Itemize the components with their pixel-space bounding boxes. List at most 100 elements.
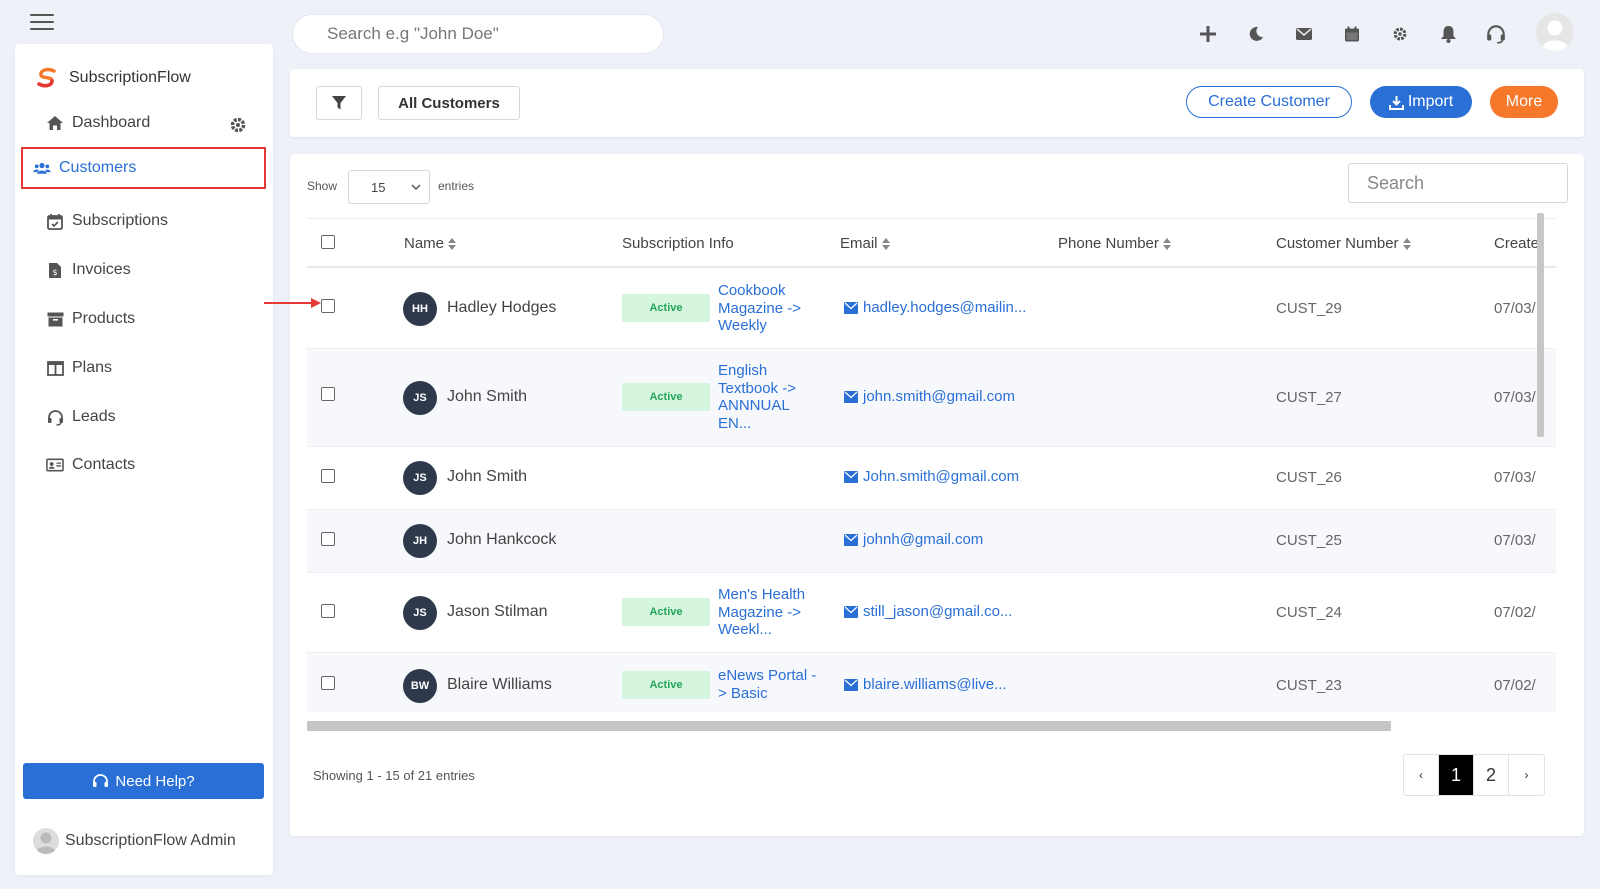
sidebar-item-subscriptions[interactable]: Subscriptions [32,200,267,242]
hamburger-menu-icon[interactable] [30,14,54,32]
headset-icon[interactable] [1484,22,1508,46]
customers-toolbar: All Customers Create Customer Import Mor… [290,69,1584,137]
bell-icon[interactable] [1436,22,1460,46]
table-row[interactable]: JS Jason Stilman Active Men's Health Mag… [307,573,1556,653]
create-customer-button[interactable]: Create Customer [1186,86,1352,118]
customer-number: CUST_24 [1276,604,1342,621]
customer-email-link[interactable]: hadley.hodges@mailin... [844,299,1026,316]
top-icon-bar [1196,14,1532,54]
dashboard-settings-gear-icon[interactable] [229,116,247,134]
sidebar-item-customers[interactable]: Customers [21,147,266,189]
sidebar-item-label: Products [72,310,136,327]
user-profile[interactable]: SubscriptionFlow Admin [33,828,236,854]
need-help-button[interactable]: Need Help? [23,763,264,799]
customer-email-link[interactable]: John.smith@gmail.com [844,468,1019,485]
pagination-page-1[interactable]: 1 [1439,755,1474,795]
subscription-plan-link[interactable]: eNews Portal -> Basic [718,667,818,702]
column-header-phone-number[interactable]: Phone Number [1058,235,1171,252]
status-badge: Active [622,671,710,699]
need-help-label: Need Help? [115,772,195,790]
sidebar-item-leads[interactable]: Leads [32,396,267,438]
column-header-name[interactable]: Name [404,235,457,252]
pagination-page-2[interactable]: 2 [1474,755,1509,795]
envelope-icon [844,390,858,403]
status-badge: Active [622,294,710,322]
customer-name[interactable]: John Hankcock [447,531,556,549]
row-checkbox[interactable] [321,387,335,401]
filter-button[interactable] [316,86,362,120]
customer-name[interactable]: John Smith [447,388,527,406]
import-button[interactable]: Import [1370,86,1472,118]
customer-name[interactable]: Blaire Williams [447,676,552,694]
sidebar-item-plans[interactable]: Plans [32,347,267,389]
customer-avatar: HH [403,292,437,326]
plus-icon[interactable] [1196,22,1220,46]
vertical-scrollbar[interactable] [1537,213,1544,437]
table-row[interactable]: BW Blaire Williams Active eNews Portal -… [307,653,1556,712]
download-icon [1388,95,1404,110]
calendar-icon[interactable] [1340,22,1364,46]
sidebar-item-label: Subscriptions [72,212,169,229]
sort-icon [1162,237,1171,250]
subscription-plan-link[interactable]: Men's Health Magazine -> Weekl... [718,586,818,639]
mail-icon[interactable] [1292,22,1316,46]
users-icon [33,159,51,177]
table-row[interactable]: HH Hadley Hodges Active Cookbook Magazin… [307,268,1556,349]
row-checkbox[interactable] [321,604,335,618]
horizontal-scrollbar[interactable] [307,721,1391,731]
customers-table-card: Show 15 entries Name Subscription Info E… [290,154,1584,836]
sidebar-item-invoices[interactable]: $ Invoices [32,249,267,291]
email-text: john.smith@gmail.com [863,388,1015,405]
select-all-checkbox[interactable] [321,235,335,249]
envelope-icon [844,678,858,691]
table-search-input[interactable] [1348,163,1568,203]
customer-name[interactable]: John Smith [447,468,527,486]
customer-name[interactable]: Hadley Hodges [447,299,556,317]
table-row[interactable]: JS John Smith Active English Textbook ->… [307,349,1556,447]
entries-per-page-select[interactable]: 15 [348,170,430,204]
table-row[interactable]: JS John Smith John.smith@gmail.com CUST_… [307,447,1556,510]
customer-name[interactable]: Jason Stilman [447,603,548,621]
column-header-email[interactable]: Email [840,235,890,252]
filter-icon [332,96,346,110]
customer-email-link[interactable]: john.smith@gmail.com [844,388,1015,405]
row-checkbox[interactable] [321,299,335,313]
customer-email-link[interactable]: johnh@gmail.com [844,531,983,548]
customer-number: CUST_26 [1276,469,1342,486]
column-header-customer-number[interactable]: Customer Number [1276,235,1411,252]
home-icon [46,114,64,132]
email-text: johnh@gmail.com [863,531,984,548]
column-header-created[interactable]: Create [1494,235,1539,252]
moon-icon[interactable] [1244,22,1268,46]
sidebar-item-contacts[interactable]: Contacts [32,444,267,486]
columns-icon [46,359,64,377]
table-row[interactable]: JH John Hankcock johnh@gmail.com CUST_25… [307,510,1556,573]
brand[interactable]: SubscriptionFlow [35,66,191,90]
subscription-plan-link[interactable]: Cookbook Magazine -> Weekly [718,282,818,335]
chevron-down-icon [411,184,421,191]
row-checkbox[interactable] [321,469,335,483]
row-checkbox[interactable] [321,532,335,546]
customer-avatar: JS [403,461,437,495]
pagination: ‹ 1 2 › [1403,754,1545,796]
customer-email-link[interactable]: still_jason@gmail.co... [844,603,1012,620]
sidebar-item-products[interactable]: Products [32,298,267,340]
column-header-label: Phone Number [1058,235,1159,252]
show-label: Show [307,179,338,193]
pagination-prev-button[interactable]: ‹ [1404,755,1439,795]
more-button[interactable]: More [1490,86,1558,118]
contact-card-icon [46,456,64,474]
row-checkbox[interactable] [321,676,335,690]
column-header-label: Customer Number [1276,235,1399,252]
all-customers-view-button[interactable]: All Customers [378,86,520,120]
profile-avatar-icon[interactable] [1536,13,1574,51]
created-date: 07/02/ [1494,677,1536,694]
customer-email-link[interactable]: blaire.williams@live... [844,676,1007,693]
global-search-input[interactable] [292,14,664,54]
envelope-icon [844,533,858,546]
created-date: 07/03/ [1494,389,1536,406]
sidebar-item-label: Dashboard [72,114,151,131]
subscription-plan-link[interactable]: English Textbook -> ANNNUAL EN... [718,362,818,432]
pagination-next-button[interactable]: › [1509,755,1544,795]
gear-icon[interactable] [1388,22,1412,46]
